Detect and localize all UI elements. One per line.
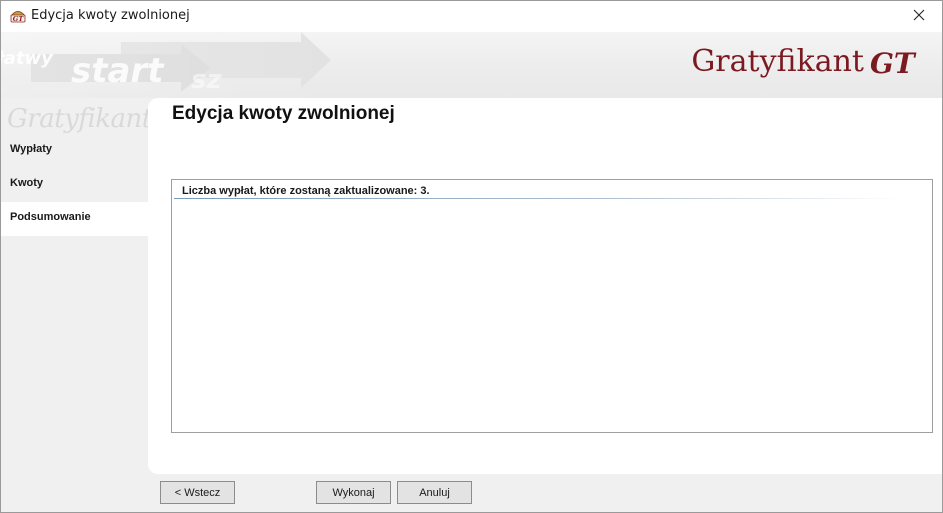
nav-item-label: Kwoty <box>10 177 43 189</box>
banner-decoration: start łatwy sz <box>1 32 341 98</box>
svg-text:GT: GT <box>13 15 25 23</box>
close-icon <box>913 8 925 26</box>
gratyfikant-app-icon: GT <box>10 9 26 23</box>
dialog-window: GT Edycja kwoty zwolnionej start łatwy s… <box>0 0 943 513</box>
nav-item-wyplaty[interactable]: Wypłaty <box>1 134 148 168</box>
brand-gt-mark: GT <box>868 47 926 80</box>
nav-item-label: Podsumowanie <box>10 211 91 223</box>
main-panel: Edycja kwoty zwolnionej Liczba wypłat, k… <box>148 98 942 474</box>
window-title: Edycja kwoty zwolnionej <box>31 8 190 23</box>
svg-text:GT: GT <box>870 48 917 78</box>
header-banner: start łatwy sz Gratyfikant GT <box>1 32 942 98</box>
nav-item-podsumowanie[interactable]: Podsumowanie <box>1 202 148 236</box>
title-bar: GT Edycja kwoty zwolnionej <box>1 1 942 32</box>
brand-logo-text: Gratyfikant <box>691 44 864 79</box>
nav-watermark: Gratyfikant <box>7 104 152 134</box>
wizard-steps-nav: Gratyfikant Wypłaty Kwoty Podsumowanie <box>1 98 152 474</box>
summary-separator <box>174 198 904 199</box>
close-button[interactable] <box>896 1 942 32</box>
back-button[interactable]: < Wstecz <box>160 481 235 504</box>
nav-item-kwoty[interactable]: Kwoty <box>1 168 148 202</box>
execute-button[interactable]: Wykonaj <box>316 481 391 504</box>
summary-text: Liczba wypłat, które zostaną zaktualizow… <box>182 185 430 197</box>
cancel-button[interactable]: Anuluj <box>397 481 472 504</box>
summary-box: Liczba wypłat, które zostaną zaktualizow… <box>171 179 933 433</box>
nav-item-label: Wypłaty <box>10 143 52 155</box>
page-title: Edycja kwoty zwolnionej <box>172 103 395 124</box>
